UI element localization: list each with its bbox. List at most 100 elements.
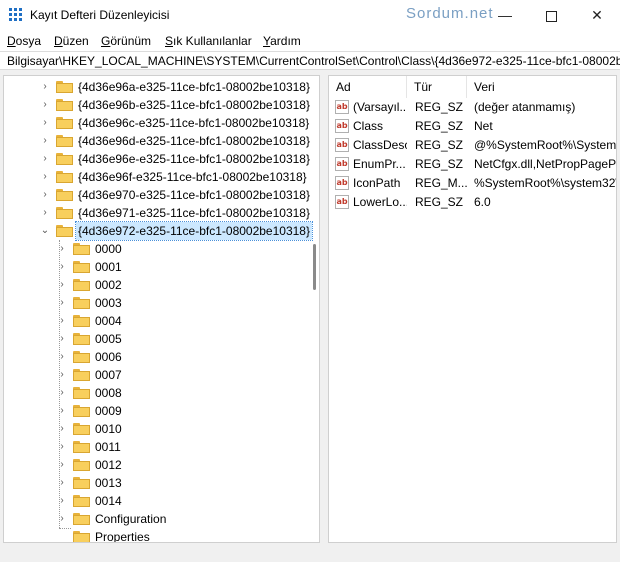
value-name: IconPath (353, 176, 401, 190)
tree-item-class-key[interactable]: › {4d36e971-e325-11ce-bfc1-08002be10318} (4, 204, 310, 222)
tree-item-subkey[interactable]: › 0002 (4, 276, 309, 294)
tree-item-label: 0005 (95, 332, 122, 346)
menu-edit[interactable]: Düzen (54, 34, 89, 48)
tree-item-selected-key[interactable]: ⌄ {4d36e972-e325-11ce-bfc1-08002be10318} (4, 221, 313, 241)
tree-item-subkey[interactable]: › 0007 (4, 366, 309, 384)
registry-editor-window: Kayıt Defteri Düzenleyicisi Sordum.net —… (0, 0, 620, 562)
expand-chevron-right-icon[interactable]: › (40, 204, 50, 222)
tree-item-label: Configuration (95, 512, 167, 526)
menu-favorites[interactable]: Sık Kullanılanlar (165, 34, 252, 48)
tree-item-label: 0003 (95, 296, 122, 310)
watermark-text: Sordum.net (406, 5, 494, 22)
value-list-pane[interactable]: Ad Tür Veri ab (Varsayıl... REG_SZ (değer a… (328, 75, 617, 543)
key-tree-pane[interactable]: › {4d36e96a-e325-11ce-bfc1-08002be10318} ›… (3, 75, 320, 543)
tree-item-label: 0000 (95, 242, 122, 256)
folder-icon (73, 351, 90, 363)
folder-icon (73, 261, 90, 273)
tree-item-subkey[interactable]: › 0009 (4, 402, 309, 420)
folder-icon (73, 459, 90, 471)
tree-item-subkey[interactable]: › 0012 (4, 456, 309, 474)
value-type: REG_M... (415, 176, 467, 190)
column-header-data[interactable]: Veri (467, 76, 616, 98)
tree-item-class-key[interactable]: › {4d36e96e-e325-11ce-bfc1-08002be10318} (4, 150, 310, 168)
folder-icon (56, 207, 73, 219)
value-row[interactable]: ab LowerLo... REG_SZ 6.0 (329, 193, 616, 212)
value-data: Net (474, 119, 493, 133)
folder-icon (73, 531, 90, 542)
tree-scrollbar-thumb[interactable] (313, 244, 316, 290)
menu-bar: Dosya Düzen Görünüm Sık Kullanılanlar Ya… (0, 31, 620, 51)
column-header-type[interactable]: Tür (407, 76, 467, 98)
tree-item-label: {4d36e96b-e325-11ce-bfc1-08002be10318} (78, 98, 310, 112)
tree-item-subkey[interactable]: › 0005 (4, 330, 309, 348)
tree-item-subkey[interactable]: › 0010 (4, 420, 309, 438)
tree-item-subkey[interactable]: › 0013 (4, 474, 309, 492)
tree-item-subkey[interactable]: › 0008 (4, 384, 309, 402)
tree-item-label: 0009 (95, 404, 122, 418)
expand-chevron-right-icon[interactable]: › (40, 186, 50, 204)
tree-item-subkey[interactable]: › 0003 (4, 294, 309, 312)
minimize-icon: — (498, 7, 512, 23)
address-path: Bilgisayar\HKEY_LOCAL_MACHINE\SYSTEM\Cur… (7, 54, 620, 68)
pane-splitter[interactable] (320, 75, 328, 543)
folder-icon (56, 81, 73, 93)
expand-chevron-right-icon[interactable]: › (40, 96, 50, 114)
tree-item-label: 0012 (95, 458, 122, 472)
tree-item-label: 0010 (95, 422, 122, 436)
tree-item-properties[interactable]: Properties (4, 528, 309, 543)
title-bar: Kayıt Defteri Düzenleyicisi Sordum.net —… (0, 0, 620, 31)
string-value-icon: ab (335, 138, 349, 152)
window-title: Kayıt Defteri Düzenleyicisi (30, 8, 170, 22)
tree-item-label: {4d36e96e-e325-11ce-bfc1-08002be10318} (78, 152, 310, 166)
maximize-button[interactable] (528, 0, 574, 31)
value-row[interactable]: ab (Varsayıl... REG_SZ (değer atanmamış) (329, 98, 616, 117)
tree-item-class-key[interactable]: › {4d36e970-e325-11ce-bfc1-08002be10318} (4, 186, 310, 204)
tree-item-class-key[interactable]: › {4d36e96a-e325-11ce-bfc1-08002be10318} (4, 78, 310, 96)
expand-chevron-down-icon[interactable]: ⌄ (40, 222, 50, 240)
tree-item-label: 0006 (95, 350, 122, 364)
expand-chevron-right-icon[interactable]: › (40, 132, 50, 150)
tree-item-subkey[interactable]: › 0001 (4, 258, 309, 276)
value-type: REG_SZ (415, 157, 464, 171)
tree-item-class-key[interactable]: › {4d36e96c-e325-11ce-bfc1-08002be10318} (4, 114, 309, 132)
tree-item-subkey[interactable]: › 0011 (4, 438, 309, 456)
tree-item-label: {4d36e970-e325-11ce-bfc1-08002be10318} (78, 188, 310, 202)
value-row[interactable]: ab Class REG_SZ Net (329, 117, 616, 136)
folder-icon (73, 315, 90, 327)
folder-icon (56, 135, 73, 147)
tree-item-subkey[interactable]: › 0004 (4, 312, 309, 330)
value-row[interactable]: ab IconPath REG_M... %SystemRoot%\system32\ (329, 174, 616, 193)
menu-view[interactable]: Görünüm (101, 34, 151, 48)
value-data: 6.0 (474, 195, 491, 209)
menu-file[interactable]: Dosya (7, 34, 41, 48)
folder-icon (56, 117, 73, 129)
expand-chevron-right-icon[interactable]: › (40, 78, 50, 96)
tree-item-subkey[interactable]: › Configuration (4, 510, 309, 528)
tree-item-label: {4d36e96f-e325-11ce-bfc1-08002be10318} (78, 170, 307, 184)
tree-item-subkey[interactable]: › 0000 (4, 240, 309, 258)
expand-chevron-right-icon[interactable]: › (40, 150, 50, 168)
tree-item-class-key[interactable]: › {4d36e96b-e325-11ce-bfc1-08002be10318} (4, 96, 310, 114)
tree-item-subkey[interactable]: › 0014 (4, 492, 309, 510)
tree-item-class-key[interactable]: › {4d36e96f-e325-11ce-bfc1-08002be10318} (4, 168, 309, 186)
menu-help[interactable]: Yardım (263, 34, 301, 48)
address-bar[interactable]: Bilgisayar\HKEY_LOCAL_MACHINE\SYSTEM\Cur… (0, 51, 620, 70)
value-row[interactable]: ab EnumPr... REG_SZ NetCfgx.dll,NetPropPage… (329, 155, 616, 174)
folder-icon (73, 495, 90, 507)
tree-item-label: 0001 (95, 260, 122, 274)
tree-item-class-key[interactable]: › {4d36e96d-e325-11ce-bfc1-08002be10318} (4, 132, 310, 150)
expand-chevron-right-icon[interactable]: › (40, 114, 50, 132)
value-row[interactable]: ab ClassDesc REG_SZ @%SystemRoot%\System3 (329, 136, 616, 155)
folder-icon (56, 189, 73, 201)
value-type: REG_SZ (415, 119, 464, 133)
expand-chevron-right-icon[interactable]: › (40, 168, 50, 186)
tree-item-label: 0011 (95, 440, 121, 454)
tree-item-subkey[interactable]: › 0006 (4, 348, 309, 366)
minimize-button[interactable]: — (482, 0, 528, 31)
tree-item-label: Properties (95, 530, 150, 543)
status-bar (0, 545, 620, 562)
folder-icon (73, 333, 90, 345)
tree-item-label: 0014 (95, 494, 122, 508)
close-button[interactable]: ✕ (574, 0, 620, 31)
column-header-name[interactable]: Ad (329, 76, 407, 98)
